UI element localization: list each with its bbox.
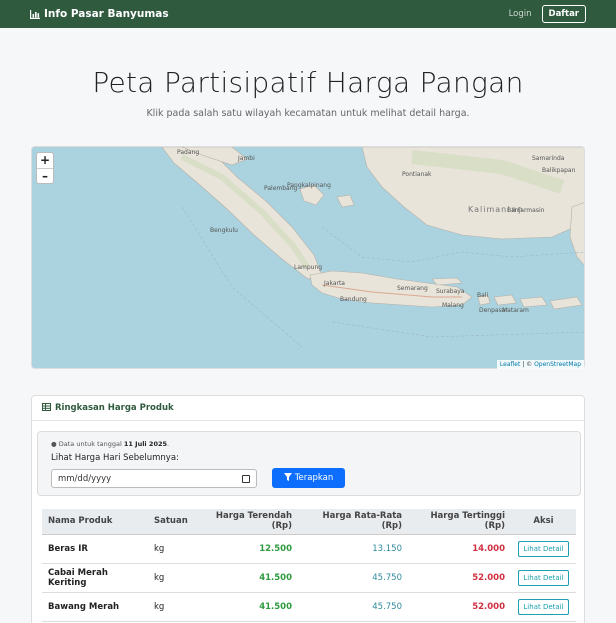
map-label: Bengkulu	[210, 227, 238, 234]
brand-link[interactable]: Info Pasar Banyumas	[30, 8, 169, 20]
filter-label: Lihat Harga Hari Sebelumnya:	[51, 453, 179, 463]
price-low: 12.500	[198, 534, 298, 564]
column-header: Harga Rata-Rata (Rp)	[298, 509, 408, 535]
osm-link[interactable]: OpenStreetMap	[534, 361, 581, 368]
map-label: Samarinda	[532, 155, 565, 162]
apply-label: Terapkan	[294, 473, 334, 483]
product-name: Bawang Merah	[42, 592, 148, 622]
price-avg: 13.150	[298, 534, 408, 564]
price-table: Nama Produk Satuan Harga Terendah (Rp) H…	[42, 509, 576, 622]
info-icon: ●	[51, 440, 57, 448]
data-date-note: ● Data untuk tanggal 11 Juli 2025.	[51, 440, 169, 448]
login-link[interactable]: Login	[509, 9, 532, 19]
card-title: Ringkasan Harga Produk	[55, 403, 174, 413]
map-label: Padang	[177, 149, 200, 156]
column-header: Harga Terendah (Rp)	[198, 509, 298, 535]
page-title: Peta Partisipatif Harga Pangan	[92, 66, 524, 99]
view-detail-button[interactable]: Lihat Detail	[518, 569, 569, 586]
price-high: 52.000	[408, 563, 511, 593]
column-header: Satuan	[148, 509, 198, 535]
product-name: Beras IR	[42, 534, 148, 564]
zoom-out-button[interactable]: –	[37, 168, 53, 183]
brand-text: Info Pasar Banyumas	[44, 8, 169, 20]
map-tiles[interactable]	[32, 147, 585, 369]
map-container[interactable]: Padang Jambi Palembang Pangkalpinang Ben…	[31, 146, 585, 369]
table-row: Beras IR kg 12.500 13.150 14.000 Lihat D…	[42, 534, 576, 564]
filter-icon	[283, 472, 292, 484]
map-label: Semarang	[397, 285, 428, 292]
leaflet-link[interactable]: Leaflet	[500, 361, 520, 368]
map-label: Jambi	[238, 155, 255, 162]
map-label: Kalimantan	[468, 205, 524, 214]
bar-chart-icon	[30, 9, 40, 19]
price-summary-card: Ringkasan Harga Produk ● Data untuk tang…	[31, 395, 585, 623]
map-label: Lampung	[294, 264, 323, 271]
map-attribution: Leaflet | © OpenStreetMap	[496, 360, 584, 369]
apply-button[interactable]: Terapkan	[272, 468, 345, 488]
map-label: Pontianak	[402, 171, 432, 178]
map-label: Surabaya	[436, 288, 465, 295]
column-header: Nama Produk	[42, 509, 148, 535]
map-label: Jakarta	[324, 280, 345, 287]
map-label: Pangkalpinang	[287, 182, 331, 189]
column-header: Harga Tertinggi (Rp)	[408, 509, 511, 535]
map-label: Balikpapan	[542, 167, 576, 174]
card-header: Ringkasan Harga Produk	[32, 396, 584, 421]
date-filter-panel: ● Data untuk tanggal 11 Juli 2025. Lihat…	[37, 431, 581, 496]
map-label: Bali	[477, 292, 489, 299]
table-icon	[42, 402, 51, 414]
note-prefix: Data untuk tanggal	[58, 440, 124, 448]
view-detail-button[interactable]: Lihat Detail	[518, 598, 569, 615]
table-row: Bawang Merah kg 41.500 45.750 52.000 Lih…	[42, 592, 576, 622]
attribution-separator: | ©	[520, 361, 535, 368]
price-low: 41.500	[198, 592, 298, 622]
date-input[interactable]: mm/dd/yyyy	[51, 469, 257, 488]
register-button[interactable]: Daftar	[541, 5, 586, 23]
price-avg: 45.750	[298, 592, 408, 622]
product-unit: kg	[148, 534, 198, 564]
navbar: Info Pasar Banyumas Login Daftar	[0, 0, 616, 28]
product-name: Cabai Merah Keriting	[42, 563, 148, 593]
table-row: Cabai Merah Keriting kg 41.500 45.750 52…	[42, 563, 576, 593]
table-header-row: Nama Produk Satuan Harga Terendah (Rp) H…	[42, 509, 576, 535]
note-suffix: .	[167, 440, 170, 448]
product-unit: kg	[148, 592, 198, 622]
column-header: Aksi	[511, 509, 576, 535]
product-unit: kg	[148, 563, 198, 593]
calendar-icon[interactable]	[242, 475, 250, 483]
map-label: Malang	[442, 302, 464, 309]
date-input-placeholder: mm/dd/yyyy	[58, 474, 112, 484]
map-label: Mataram	[502, 307, 529, 314]
note-date: 11 Juli 2025	[123, 440, 168, 448]
price-low: 41.500	[198, 563, 298, 593]
price-high: 14.000	[408, 534, 511, 564]
price-high: 52.000	[408, 592, 511, 622]
zoom-control: + –	[36, 152, 54, 184]
zoom-in-button[interactable]: +	[37, 153, 53, 168]
map-label: Bandung	[340, 296, 367, 303]
page-subtitle: Klik pada salah satu wilayah kecamatan u…	[146, 108, 470, 119]
price-avg: 45.750	[298, 563, 408, 593]
view-detail-button[interactable]: Lihat Detail	[518, 540, 569, 557]
